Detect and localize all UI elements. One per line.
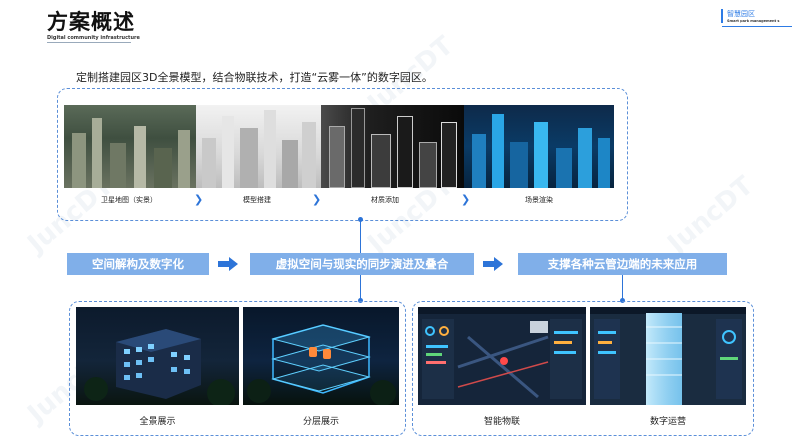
modeling-steps: 卫星地图（实景） ❯ 模型搭建 ❯ 材质添加 ❯ 场景渲染 [64,193,614,209]
step-label: 场景渲染 [525,196,553,204]
panel-label: 分层展示 [302,417,339,427]
intro-text: 定制搭建园区3D全景模型，结合物联技术，打造“云雾一体”的数字园区。 [76,71,433,84]
operations-dashboard-image [590,307,746,405]
satellite-map-image [64,105,196,188]
chevron-right-icon: ❯ [461,193,471,206]
flow-step-sync: 虚拟空间与现实的同步演进及叠合 [250,253,474,275]
rendered-scene-image [464,105,614,188]
flow-step-digitize: 空间解构及数字化 [67,253,209,275]
flow-step-applications: 支撑各种云管边端的未来应用 [518,253,727,275]
chevron-right-icon: ❯ [312,193,322,206]
panel-label: 全景展示 [139,417,176,427]
step-label: 材质添加 [371,196,399,204]
section-tag-title: 智慧园区 [727,10,755,18]
panorama-image [76,307,239,405]
modeling-image-strip [64,105,614,188]
connector-line [360,220,361,253]
chevron-right-icon: ❯ [194,193,204,206]
watermark-text: JuncDT [662,170,760,260]
step-label: 模型搭建 [243,196,271,204]
page-title: 方案概述 [47,10,135,34]
connector-line [360,275,361,300]
header-divider [47,42,131,43]
arrow-right-icon [218,257,238,271]
panel-label: 数字运营 [649,417,686,427]
section-tag-marker [721,9,723,23]
iot-dashboard-image [418,307,586,405]
section-tag-subtitle: Smart park management s [727,19,780,23]
panel-label: 智能物联 [483,417,520,427]
connector-line [622,275,623,300]
step-label: 卫星地图（实景） [101,196,157,204]
material-model-image [321,105,464,188]
white-model-image [196,105,321,188]
layered-view-image [243,307,399,405]
arrow-right-icon [483,257,503,271]
section-tag-underline [722,26,792,27]
page-subtitle: Digital community infrastructure [47,35,140,41]
